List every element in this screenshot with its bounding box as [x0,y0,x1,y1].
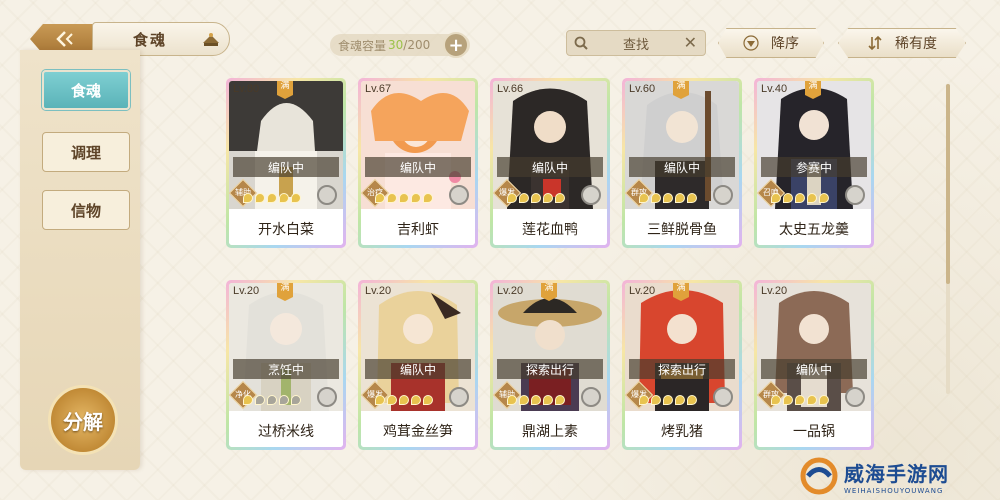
status-label: 探索出行 [629,359,735,379]
tab-label: 食魂 [70,81,101,100]
status-label: 编队中 [497,157,603,177]
food-soul-card[interactable]: Lv.40 满 参赛中 召唤 太史五龙羹 [754,78,874,248]
food-soul-card[interactable]: Lv.66 编队中 爆发 莲花血鸭 [490,78,610,248]
star-rating [771,395,831,405]
level-label: Lv.60 [629,83,656,95]
watermark-subtext: WEIHAISHOUYOUWANG [844,486,944,495]
decompose-label: 分解 [63,409,103,434]
element-icon [713,185,733,205]
status-label: 探索出行 [497,359,603,379]
tab-tokens[interactable]: 信物 [42,190,130,230]
level-label: Lv.40 [761,83,788,95]
level-label: Lv.20 [233,285,260,297]
search-input[interactable]: 查找 ✕ [566,30,706,56]
level-label: Lv.20 [761,285,788,297]
tab-seasoning[interactable]: 调理 [42,132,130,172]
food-soul-card[interactable]: Lv.80 满 编队中 辅助 开水白菜 [226,78,346,248]
card-name: 鼎湖上素 [493,415,607,447]
card-name: 烤乳猪 [625,415,739,447]
food-soul-card[interactable]: Lv.20 满 探索出行 辅助 鼎湖上素 [490,280,610,450]
star-rating [507,193,567,203]
close-icon[interactable]: ✕ [684,33,697,52]
status-label: 编队中 [629,157,735,177]
sort-order-label: 降序 [771,36,799,52]
food-soul-card[interactable]: Lv.20 编队中 群攻 一品锅 [754,280,874,450]
level-label: Lv.80 [233,83,260,95]
sort-order-button[interactable]: 降序 [718,28,824,58]
tab-label: 调理 [70,143,101,162]
star-rating [639,193,699,203]
level-label: Lv.20 [365,285,392,297]
level-label: Lv.20 [629,285,656,297]
star-rating [243,395,303,405]
card-name: 过桥米线 [229,415,343,447]
watermark: 威海手游网 WEIHAISHOUYOUWANG [800,454,995,498]
top-bar: 食魂 食魂容量 30 /200 + 查找 ✕ 降序 稀有度 [0,20,1000,70]
star-rating [639,395,699,405]
page-title: 食魂 [133,30,168,49]
status-label: 参赛中 [761,157,867,177]
watermark-text: 威海手游网 [844,461,949,486]
sort-rarity-button[interactable]: 稀有度 [838,28,966,58]
tab-food-souls[interactable]: 食魂 [42,70,130,110]
element-icon [449,185,469,205]
element-icon [581,387,601,407]
watermark-logo-icon [800,457,838,495]
capacity-current: 30 [388,38,404,52]
food-soul-card[interactable]: Lv.60 满 编队中 群攻 三鲜脱骨鱼 [622,78,742,248]
food-soul-card[interactable]: Lv.67 编队中 治疗 吉利虾 [358,78,478,248]
scrollbar[interactable] [946,84,950,394]
card-name: 吉利虾 [361,213,475,245]
sort-arrows-icon [868,35,882,51]
status-label: 烹饪中 [233,359,339,379]
decompose-button[interactable]: 分解 [48,385,118,455]
level-label: Lv.20 [497,285,524,297]
card-name: 太史五龙羹 [757,213,871,245]
capacity-label: 食魂容量 [338,38,387,53]
food-soul-card[interactable]: Lv.20 编队中 爆发 鸡茸金丝笋 [358,280,478,450]
star-rating [375,193,435,203]
element-icon [845,185,865,205]
scroll-thumb[interactable] [946,84,950,284]
search-icon [574,36,588,50]
food-soul-card[interactable]: Lv.20 满 探索出行 爆发 烤乳猪 [622,280,742,450]
sort-down-icon [743,35,759,51]
status-label: 编队中 [233,157,339,177]
element-icon [713,387,733,407]
card-name: 鸡茸金丝笋 [361,415,475,447]
level-label: Lv.67 [365,83,392,95]
element-icon [845,387,865,407]
card-name: 三鲜脱骨鱼 [625,213,739,245]
element-icon [581,185,601,205]
star-rating [375,395,435,405]
status-label: 编队中 [365,157,471,177]
capacity-max: /200 [403,38,431,52]
sort-rarity-label: 稀有度 [895,36,937,52]
card-name: 开水白菜 [229,213,343,245]
status-label: 编队中 [365,359,471,379]
level-label: Lv.66 [497,83,524,95]
food-soul-card[interactable]: Lv.20 满 烹饪中 净化 过桥米线 [226,280,346,450]
tab-label: 信物 [70,201,101,220]
star-rating [243,193,303,203]
star-rating [771,193,831,203]
element-icon [449,387,469,407]
card-name: 莲花血鸭 [493,213,607,245]
back-arrow-icon [56,31,73,47]
star-rating [507,395,567,405]
chef-hat-icon[interactable] [201,31,221,47]
element-icon [317,387,337,407]
status-label: 编队中 [761,359,867,379]
expand-capacity-button[interactable]: + [443,32,469,58]
element-icon [317,185,337,205]
food-soul-grid: Lv.80 满 编队中 辅助 开水白菜 Lv.67 编队中 治疗 吉利虾 Lv.… [150,70,950,480]
card-name: 一品锅 [757,415,871,447]
